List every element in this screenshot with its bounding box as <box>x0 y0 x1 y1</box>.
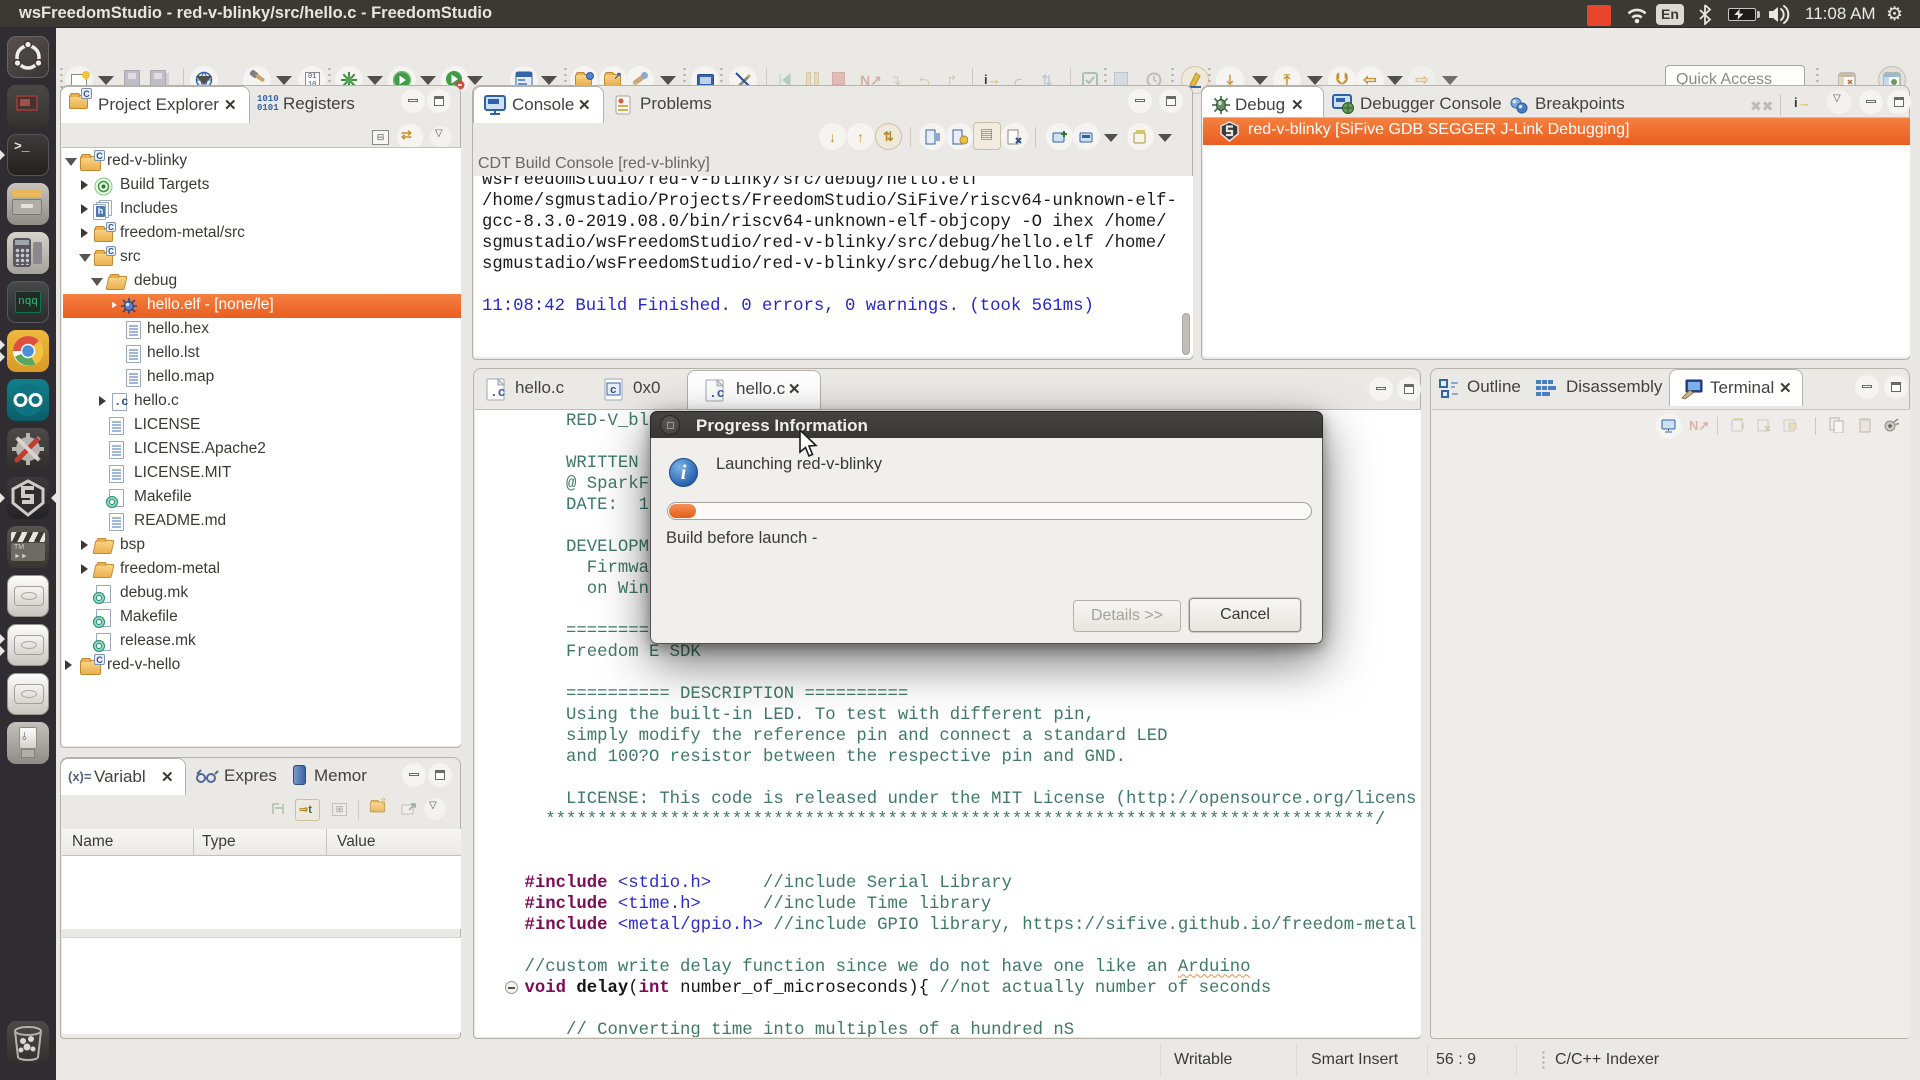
svg-text:c: c <box>610 385 617 397</box>
svg-text:.c: .c <box>709 386 725 401</box>
svg-text:.c: .c <box>490 385 506 400</box>
